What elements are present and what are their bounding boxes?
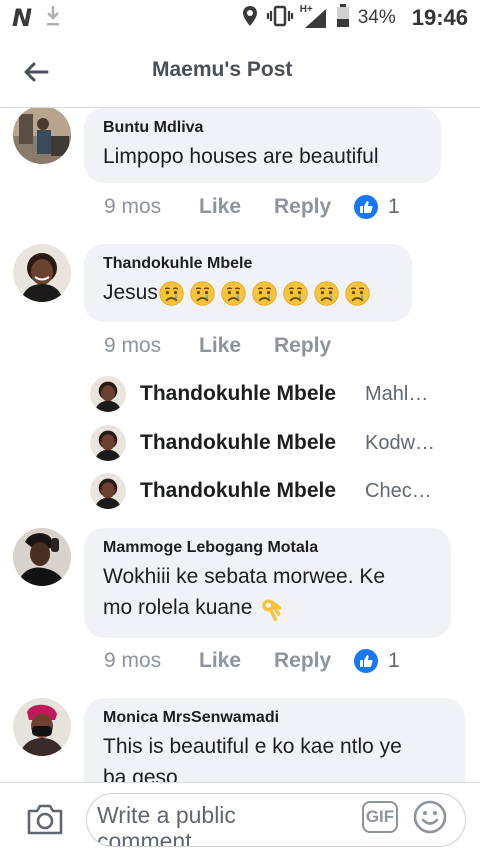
page-title: Maemu's Post [152, 58, 293, 81]
reply-preview[interactable]: Thandokuhle Mbele Chec… [90, 472, 450, 510]
comment-author[interactable]: Buntu Mdliva [103, 118, 421, 138]
app-header: Maemu's Post [0, 36, 480, 108]
reply-text: Mahl… [365, 382, 429, 405]
smiley-icon [413, 800, 447, 834]
comment-text-line: ba geso [103, 766, 178, 782]
comment-bubble[interactable]: Thandokuhle Mbele Jesus [84, 244, 412, 322]
comment-text: This is beautiful e ko kae ntlo ye ba ge… [103, 731, 445, 782]
smiley-button[interactable] [413, 800, 447, 834]
network-type: H+ [299, 4, 313, 15]
avatar [90, 473, 126, 509]
avatar [90, 425, 126, 461]
comment-bubble[interactable]: Buntu Mdliva Limpopo houses are beautifu… [84, 108, 441, 183]
avatar[interactable] [13, 244, 71, 302]
crying-face-emoji-icon [344, 280, 371, 307]
comment-bubble[interactable]: Monica MrsSenwamadi This is beautiful e … [84, 698, 465, 782]
comment-text: Wokhiii ke sebata morwee. Ke mo rolela k… [103, 561, 431, 623]
crying-face-emoji-icon [220, 280, 247, 307]
status-bar: N H+ 34% 19:46 [0, 0, 480, 36]
reply-author: Thandokuhle Mbele [140, 431, 337, 454]
avatar [90, 376, 126, 412]
crying-face-emoji-icon [251, 280, 278, 307]
comment-text-words: Jesus [103, 281, 158, 304]
comment-actions: 9 mos Like Reply [104, 334, 354, 358]
crying-face-emoji-icon [282, 280, 309, 307]
reply-button[interactable]: Reply [274, 649, 354, 673]
like-button[interactable]: Like [199, 649, 274, 673]
reaction-count[interactable]: 1 [354, 195, 400, 219]
vibrate-icon [266, 5, 294, 32]
avatar[interactable] [13, 528, 71, 586]
back-arrow-icon [24, 62, 49, 82]
crying-face-emoji-icon [158, 280, 185, 307]
emoji-row [258, 595, 289, 622]
like-thumb-icon [354, 649, 378, 673]
like-button[interactable]: Like [199, 334, 274, 358]
comment-time[interactable]: 9 mos [104, 649, 199, 673]
comment-time[interactable]: 9 mos [104, 334, 199, 358]
camera-button[interactable] [26, 801, 64, 837]
comment-author[interactable]: Mammoge Lebogang Motala [103, 538, 431, 558]
battery-icon [336, 3, 350, 33]
back-button[interactable] [16, 52, 56, 92]
clock: 19:46 [411, 5, 468, 30]
avatar[interactable] [13, 108, 71, 164]
reply-author: Thandokuhle Mbele [140, 479, 337, 502]
reaction-count[interactable]: 1 [354, 649, 400, 673]
signal-icon: H+ [299, 4, 328, 29]
comment-text-line: mo rolela kuane [103, 596, 253, 619]
battery-percent: 34% [357, 7, 396, 28]
download-icon [45, 5, 61, 32]
comments-feed[interactable]: Buntu Mdliva Limpopo houses are beautifu… [0, 108, 480, 782]
comment-input-placeholder: Write a public comment… [97, 802, 236, 847]
reply-preview[interactable]: Thandokuhle Mbele Mahl… [90, 375, 450, 413]
comment-composer: Write a public comment… [0, 782, 480, 854]
reaction-number: 1 [388, 195, 400, 218]
ok-hand-emoji-icon [258, 595, 285, 622]
comment-text-line: This is beautiful e ko kae ntlo ye [103, 735, 402, 758]
avatar[interactable] [13, 698, 71, 756]
reply-preview[interactable]: Thandokuhle Mbele Kodw… [90, 424, 450, 462]
reply-text: Chec… [365, 479, 432, 502]
comment-input[interactable]: Write a public comment… [86, 793, 466, 847]
like-thumb-icon [354, 195, 378, 219]
comment-time[interactable]: 9 mos [104, 195, 199, 219]
comment-text: Jesus [103, 277, 392, 308]
reply-text: Kodw… [365, 431, 436, 454]
crying-face-emoji-icon [189, 280, 216, 307]
reply-button[interactable]: Reply [274, 195, 354, 219]
reaction-number: 1 [388, 649, 400, 672]
comment-author[interactable]: Monica MrsSenwamadi [103, 708, 445, 728]
comment-bubble[interactable]: Mammoge Lebogang Motala Wokhiii ke sebat… [84, 528, 451, 638]
app-logo: N [12, 4, 32, 32]
comment-text-line: Wokhiii ke sebata morwee. Ke [103, 565, 386, 588]
comment-actions: 9 mos Like Reply 1 [104, 195, 400, 219]
reply-author: Thandokuhle Mbele [140, 382, 337, 405]
location-icon [242, 5, 258, 32]
reply-button[interactable]: Reply [274, 334, 354, 358]
emoji-row [158, 280, 375, 307]
crying-face-emoji-icon [313, 280, 340, 307]
gif-button[interactable]: GIF [362, 801, 398, 833]
like-button[interactable]: Like [199, 195, 274, 219]
comment-text: Limpopo houses are beautiful [103, 145, 379, 168]
comment-author[interactable]: Thandokuhle Mbele [103, 254, 392, 274]
camera-icon [27, 804, 63, 835]
comment-actions: 9 mos Like Reply 1 [104, 649, 400, 673]
